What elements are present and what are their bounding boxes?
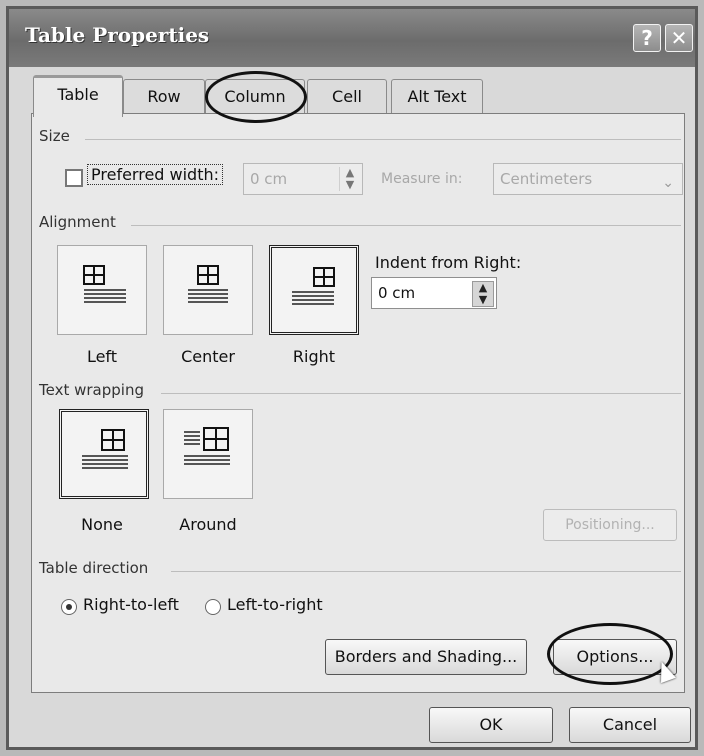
preferred-width-label-text: Preferred width: <box>87 164 224 185</box>
table-properties-dialog: Table Properties ? ✕ Table Row Column Ce… <box>6 6 698 750</box>
text-wrapping-divider <box>161 393 681 394</box>
right-to-left-label: Right-to-left <box>83 595 179 614</box>
dialog-title: Table Properties <box>25 23 210 47</box>
tab-cell[interactable]: Cell <box>307 79 387 115</box>
preferred-width-checkbox[interactable] <box>65 169 83 187</box>
ok-button[interactable]: OK <box>429 707 553 743</box>
wrap-none-label: None <box>81 515 123 534</box>
wrap-around-option[interactable] <box>163 409 253 499</box>
align-right-option[interactable] <box>269 245 359 335</box>
align-left-option[interactable] <box>57 245 147 335</box>
close-button[interactable]: ✕ <box>665 24 693 52</box>
indent-value: 0 cm <box>378 284 416 302</box>
left-to-right-radio[interactable] <box>205 599 221 615</box>
question-mark-icon: ? <box>641 26 653 50</box>
measure-in-value: Centimeters <box>500 170 593 188</box>
right-to-left-radio[interactable] <box>61 599 77 615</box>
align-left-label: Left <box>86 347 118 366</box>
align-right-label: Right <box>292 347 336 366</box>
indent-spinner-icon[interactable]: ▲ ▼ <box>472 281 494 307</box>
tab-label: Column <box>224 87 286 106</box>
tab-column[interactable]: Column <box>205 79 305 115</box>
left-to-right-label: Left-to-right <box>227 595 323 614</box>
wrap-none-icon <box>82 429 128 469</box>
size-divider <box>85 139 681 140</box>
tab-label: Row <box>147 87 181 106</box>
alignment-divider <box>131 225 681 226</box>
close-icon: ✕ <box>670 26 688 50</box>
text-wrapping-section-label: Text wrapping <box>39 381 144 399</box>
tab-table[interactable]: Table <box>33 75 123 117</box>
size-section-label: Size <box>39 127 70 145</box>
cancel-button[interactable]: Cancel <box>569 707 691 743</box>
tab-alt-text[interactable]: Alt Text <box>391 79 483 115</box>
wrap-around-label: Around <box>179 515 237 534</box>
positioning-button[interactable]: Positioning... <box>543 509 677 541</box>
preferred-width-label: Preferred width: <box>87 164 224 185</box>
measure-in-select[interactable]: Centimeters ⌄ <box>493 163 683 195</box>
indent-from-right-label: Indent from Right: <box>375 253 522 272</box>
tab-label: Alt Text <box>407 87 467 106</box>
borders-and-shading-button[interactable]: Borders and Shading... <box>325 639 527 675</box>
align-left-icon <box>83 265 126 303</box>
width-spinner-icon[interactable]: ▲ ▼ <box>339 167 360 191</box>
tab-row[interactable]: Row <box>123 79 205 115</box>
measure-in-label: Measure in: <box>381 171 463 187</box>
indent-from-right-input[interactable]: 0 cm ▲ ▼ <box>371 277 497 309</box>
wrap-none-option[interactable] <box>59 409 149 499</box>
align-center-label: Center <box>181 347 235 366</box>
tab-label: Table <box>57 85 99 104</box>
tab-label: Cell <box>332 87 362 106</box>
wrap-around-icon <box>184 427 230 465</box>
preferred-width-input[interactable]: 0 cm ▲ ▼ <box>243 163 363 195</box>
preferred-width-value: 0 cm <box>250 170 288 188</box>
table-direction-divider <box>171 571 681 572</box>
table-direction-section-label: Table direction <box>39 559 149 577</box>
title-bar: Table Properties ? ✕ <box>9 9 695 67</box>
alignment-section-label: Alignment <box>39 213 116 231</box>
align-center-icon <box>188 265 228 303</box>
align-center-option[interactable] <box>163 245 253 335</box>
help-button[interactable]: ? <box>633 24 661 52</box>
chevron-down-icon: ⌄ <box>662 175 674 191</box>
align-right-icon <box>292 267 335 305</box>
